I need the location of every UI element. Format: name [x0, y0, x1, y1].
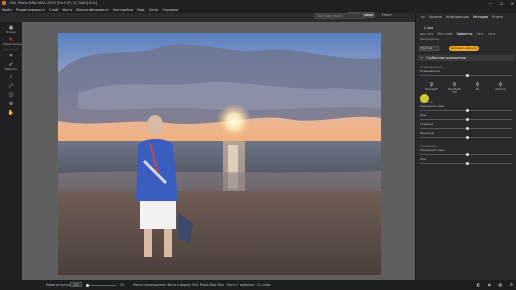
- slider-knob[interactable]: [466, 73, 469, 77]
- pen-icon[interactable]: ∕: [3, 74, 19, 80]
- subtab-nm[interactable]: Нeh.: [476, 32, 483, 36]
- chevron-down-icon[interactable]: ▾: [421, 56, 423, 60]
- bulb-sit[interactable]: ♀ Sit: [470, 82, 486, 94]
- menu-layer[interactable]: Слой: [49, 8, 58, 12]
- compare-icon[interactable]: ◧: [477, 282, 481, 287]
- panel-tabs: нc Уровни Информация История Книга: [416, 13, 516, 22]
- cursor-pointer: [420, 94, 429, 103]
- brightness-slider[interactable]: Освещённое: [416, 69, 516, 78]
- browse-icon[interactable]: ▣ Browse: [3, 25, 19, 34]
- menu-file[interactable]: Файл: [2, 8, 12, 12]
- menu-view[interactable]: Вид: [137, 8, 144, 12]
- tab-info[interactable]: Информация: [446, 15, 469, 19]
- menu-help[interactable]: Справка: [162, 8, 178, 12]
- status-bar: Навигатор/ьшь 100 54 Место нахождения: Ф…: [0, 280, 516, 290]
- bulb-soft[interactable]: ♀ Мягкое: [493, 82, 509, 94]
- bulb-backlight-hd[interactable]: ♀ Backlight HD: [447, 82, 463, 94]
- photo-image[interactable]: [58, 33, 381, 275]
- opacity-label: Непрозрачн.: [420, 37, 440, 41]
- effect-name: Глубинное освещение: [425, 56, 466, 60]
- navigator-label: Навигатор/ьшь: [46, 283, 72, 287]
- bulb-backlight[interactable]: ♀ Backlight: [424, 82, 440, 94]
- tab-text[interactable]: Текст: [381, 13, 392, 17]
- slider-color-background[interactable]: Фон: [416, 157, 516, 166]
- subtab-lens[interactable]: Lens: [488, 32, 495, 36]
- grid-icon[interactable]: ▦: [498, 282, 502, 287]
- crop-icon[interactable]: ⌗: [3, 53, 19, 59]
- slider-depth[interactable]: Глубина: [416, 122, 516, 131]
- right-panel: нc Уровни Информация История Книга Слои …: [415, 13, 516, 280]
- slider-background[interactable]: Фон: [416, 113, 516, 122]
- tab-levels[interactable]: Уровни: [429, 15, 442, 19]
- minimize-icon[interactable]: —: [488, 1, 492, 6]
- eraser-icon[interactable]: ◫: [3, 92, 19, 98]
- subtab-effects[interactable]: Эффекты: [456, 32, 472, 36]
- menu-photo[interactable]: Фото: [62, 8, 72, 12]
- preset-row: Пустой Добавить фильтр: [416, 44, 516, 52]
- subtab-develop[interactable]: раз..ать: [420, 32, 433, 36]
- slider-foreground[interactable]: Передний план: [416, 104, 516, 113]
- app-window: ON1 Photo RAW MAX 2025 [Fonf (F) (2 [%60…: [0, 0, 516, 290]
- slider-transition[interactable]: Переход: [416, 131, 516, 140]
- effect-header[interactable]: ▾ Глубинное освещение: [418, 55, 514, 61]
- location-info: Место нахождения: Фото в форму ON1 Photo…: [133, 283, 272, 287]
- menu-zoom[interactable]: Масштабировать: [76, 8, 108, 12]
- transform-icon[interactable]: ⤢: [3, 83, 19, 89]
- light-presets: ♀ Backlight ♀ Backlight HD ♀ Sit ♀ Мягкое: [416, 80, 516, 96]
- settings-icon[interactable]: ⚙: [509, 282, 513, 287]
- zoom-percent: 54: [120, 283, 125, 287]
- slider-color-foreground[interactable]: Передний план: [416, 148, 516, 157]
- app-logo-icon: [2, 1, 6, 5]
- close-icon[interactable]: ✕: [511, 1, 514, 6]
- menu-settings[interactable]: Настройки: [113, 8, 133, 12]
- zoom-slider[interactable]: [86, 283, 116, 287]
- search-input[interactable]: Быстрое поиск: [314, 13, 364, 19]
- add-filter-button[interactable]: Добавить фильтр: [449, 45, 479, 51]
- maximize-icon[interactable]: ☐: [500, 1, 504, 6]
- brush-icon[interactable]: ✐ Эффекты: [3, 62, 19, 71]
- preset-select[interactable]: Пустой: [419, 45, 439, 51]
- subtab-local[interactable]: Местный: [437, 32, 452, 36]
- title-bar: ON1 Photo RAW MAX 2025 [Fonf (F) (2 [%60…: [0, 0, 516, 7]
- tab-history[interactable]: История: [473, 15, 488, 19]
- zoom-field[interactable]: 100: [70, 282, 82, 287]
- slider-knob[interactable]: [86, 283, 89, 287]
- window-title: ON1 Photo RAW MAX 2025 [Fonf (F) (2 [%60…: [9, 1, 98, 5]
- divider: [3, 49, 19, 50]
- tool-bar: ▣ Browse ✎ Редактирование ⌗ ✐ Эффекты ∕ ⤢ ◫…: [0, 22, 26, 290]
- edit-icon[interactable]: ✎ Редактирование: [3, 37, 26, 46]
- tab-nc[interactable]: нc: [421, 15, 425, 19]
- eye-icon[interactable]: ◉: [488, 282, 492, 287]
- hand-icon[interactable]: ✋: [3, 110, 19, 116]
- menu-edit[interactable]: Редактировать: [16, 8, 45, 12]
- clone-icon[interactable]: ⊕: [3, 101, 19, 107]
- tab-book[interactable]: Книга: [492, 15, 503, 19]
- menu-window[interactable]: Окно: [149, 8, 159, 12]
